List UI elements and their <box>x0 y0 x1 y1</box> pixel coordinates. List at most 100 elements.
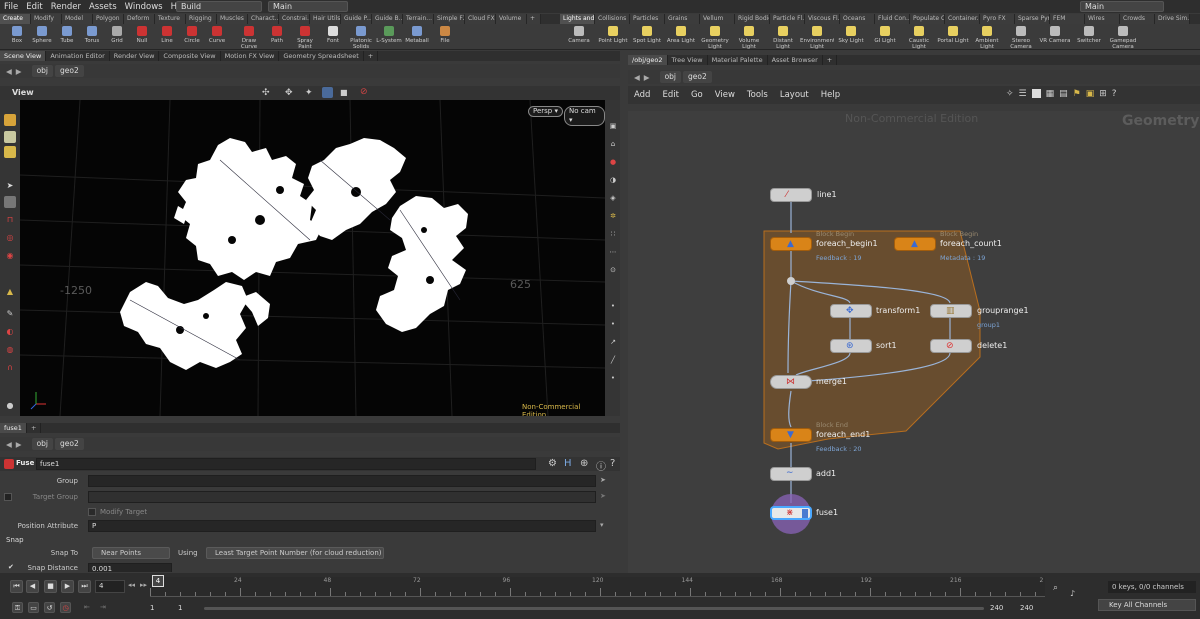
shelf-tab-right-16[interactable]: Crowds <box>1120 14 1155 24</box>
param-tab-add[interactable]: + <box>27 423 42 433</box>
pose-icon[interactable]: ▲ <box>4 286 16 298</box>
jump-end-button[interactable]: ⏭ <box>78 580 91 593</box>
snap-section-label[interactable]: Snap <box>6 536 24 544</box>
flag-icon[interactable]: ⚑ <box>1073 89 1081 101</box>
param-forward-icon[interactable]: ▶ <box>16 440 22 449</box>
shelf-tab-right-0[interactable]: Lights and... <box>560 14 595 24</box>
realtime-icon[interactable]: ◷ <box>60 602 71 613</box>
right-pane-tab-2[interactable]: Material Palette <box>708 55 768 65</box>
shelf-tab-right-13[interactable]: Sparse Pyr... <box>1015 14 1050 24</box>
lock-icon[interactable] <box>4 196 16 208</box>
shelf-tab-right-9[interactable]: Fluid Con... <box>875 14 910 24</box>
shelf-tab-right-8[interactable]: Oceans <box>840 14 875 24</box>
display-icon[interactable]: ■ <box>340 88 348 97</box>
shelf-tool-left-12[interactable]: Font <box>318 25 348 49</box>
shelf-tool-left-13[interactable]: Platonic Solids <box>346 25 376 49</box>
menu-windows[interactable]: Windows <box>121 2 167 12</box>
shelf-tool-left-16[interactable]: File <box>430 25 460 49</box>
display-flag-icon[interactable] <box>802 509 808 518</box>
help-h-icon[interactable]: H <box>564 458 572 469</box>
shelf-tool-right-15[interactable]: Switcher <box>1072 25 1106 49</box>
left-pane-tab-6[interactable]: + <box>364 51 379 61</box>
tree-view-icon[interactable]: ▤ <box>1059 89 1068 101</box>
group-arrow-icon[interactable]: ➤ <box>600 476 606 484</box>
right-pane-tab-0[interactable]: /obj/geo2 <box>628 55 668 65</box>
brush-icon[interactable]: ◍ <box>4 344 16 356</box>
home-icon[interactable]: ⌂ <box>607 138 619 150</box>
shelf-tab-1[interactable]: Modify <box>31 14 62 24</box>
forward-arrow-icon[interactable]: ▶ <box>16 67 22 76</box>
right-pane-tab-1[interactable]: Tree View <box>668 55 708 65</box>
shelf-tab-8[interactable]: Charact... <box>248 14 279 24</box>
right-main-dropdown[interactable]: Main <box>1080 1 1164 12</box>
network-menu-0[interactable]: Add <box>628 90 656 100</box>
network-path-obj[interactable]: obj <box>659 71 681 83</box>
shelf-tool-right-11[interactable]: Portal Light <box>936 25 970 49</box>
node-foreach-count1[interactable]: ▲ <box>894 237 936 251</box>
node-foreach-end1[interactable]: ▼ <box>770 428 812 442</box>
right-pane-tab-3[interactable]: Asset Browser <box>768 55 823 65</box>
step-back-icon[interactable]: ◂◂ <box>128 581 135 589</box>
timeline-ruler[interactable]: 4 24 48 72 96 120 144 168 192 216 2 <box>150 575 1045 597</box>
node-foreach-begin1[interactable]: ▲ <box>770 237 812 251</box>
desktop-dropdown[interactable]: Build <box>176 1 262 12</box>
shelf-tab-6[interactable]: Rigging <box>186 14 217 24</box>
menu-assets[interactable]: Assets <box>85 2 121 12</box>
dot2-icon[interactable]: • <box>607 318 619 330</box>
dot3-icon[interactable]: • <box>607 372 619 384</box>
left-pane-tab-4[interactable]: Motion FX View <box>221 51 280 61</box>
snap-icon[interactable]: ◎ <box>4 232 16 244</box>
shelf-tab-4[interactable]: Deform <box>124 14 155 24</box>
note-icon[interactable] <box>1031 89 1041 98</box>
play-reverse-button[interactable]: ◀ <box>26 580 39 593</box>
network-menu-4[interactable]: Tools <box>741 90 774 100</box>
scene-viewport[interactable]: -1250 625 Persp ▾ No cam ▾ Non-Commercia… <box>20 100 605 416</box>
handle-tool-icon[interactable] <box>4 146 16 158</box>
ruler-icon[interactable]: ╱ <box>607 354 619 366</box>
shelf-tool-right-1[interactable]: Point Light <box>596 25 630 49</box>
record-icon[interactable]: ● <box>607 156 619 168</box>
node-merge1[interactable]: ⋈ <box>770 375 812 389</box>
shelf-tool-left-9[interactable]: Draw Curve <box>234 25 264 49</box>
stop-button[interactable]: ■ <box>44 580 57 593</box>
grid-view-icon[interactable]: ▦ <box>1046 89 1055 101</box>
shelf-tool-right-2[interactable]: Spot Light <box>630 25 664 49</box>
shelf-tool-left-15[interactable]: Metaball <box>402 25 432 49</box>
shading-icon[interactable]: ◈ <box>607 192 619 204</box>
snap-to-dropdown[interactable]: Near Points <box>92 547 170 559</box>
view-tool-icon[interactable]: ✣ <box>262 88 270 98</box>
node-grouprange1[interactable]: ▥ <box>930 304 972 318</box>
search-icon[interactable]: ⊕ <box>580 458 588 469</box>
play-button[interactable]: ▶ <box>61 580 74 593</box>
wire-icon[interactable]: ⋯ <box>607 246 619 258</box>
network-menu-6[interactable]: Help <box>815 90 846 100</box>
magnet2-icon[interactable]: ∩ <box>4 362 16 374</box>
shelf-tab-right-4[interactable]: Vellum <box>700 14 735 24</box>
shelf-tab-right-7[interactable]: Viscous Fl... <box>805 14 840 24</box>
shelf-tab-right-3[interactable]: Grains <box>665 14 700 24</box>
shelf-tool-right-12[interactable]: Ambient Light <box>970 25 1004 49</box>
ghost-icon[interactable]: ◑ <box>607 174 619 186</box>
shelf-tab-right-15[interactable]: Wires <box>1085 14 1120 24</box>
right-pane-tab-4[interactable]: + <box>823 55 838 65</box>
menu-edit[interactable]: Edit <box>22 2 46 12</box>
param-path-obj[interactable]: obj <box>31 438 53 450</box>
network-forward-icon[interactable]: ▶ <box>644 73 650 82</box>
shelf-tab-2[interactable]: Model <box>62 14 93 24</box>
shelf-tab-9[interactable]: Constrai... <box>279 14 310 24</box>
start-frame-field[interactable]: 1 <box>150 604 154 612</box>
back-arrow-icon[interactable]: ◀ <box>6 67 12 76</box>
shelf-tool-right-0[interactable]: Camera <box>562 25 596 49</box>
left-pane-tab-5[interactable]: Geometry Spreadsheet <box>279 51 364 61</box>
shelf-tool-right-5[interactable]: Volume Light <box>732 25 766 49</box>
snap-distance-field[interactable]: 0.001 <box>88 563 172 572</box>
node-sort1[interactable]: ⊛ <box>830 339 872 353</box>
shelf-tab-3[interactable]: Polygon <box>93 14 124 24</box>
time-marker[interactable]: 4 <box>152 575 164 587</box>
shelf-tab-right-11[interactable]: Container... <box>945 14 980 24</box>
node-add1[interactable]: ∼ <box>770 467 812 481</box>
node-delete1[interactable]: ⊘ <box>930 339 972 353</box>
menu-render[interactable]: Render <box>47 2 85 12</box>
camera-button[interactable]: No cam ▾ <box>564 106 605 126</box>
left-pane-tab-3[interactable]: Composite View <box>159 51 221 61</box>
